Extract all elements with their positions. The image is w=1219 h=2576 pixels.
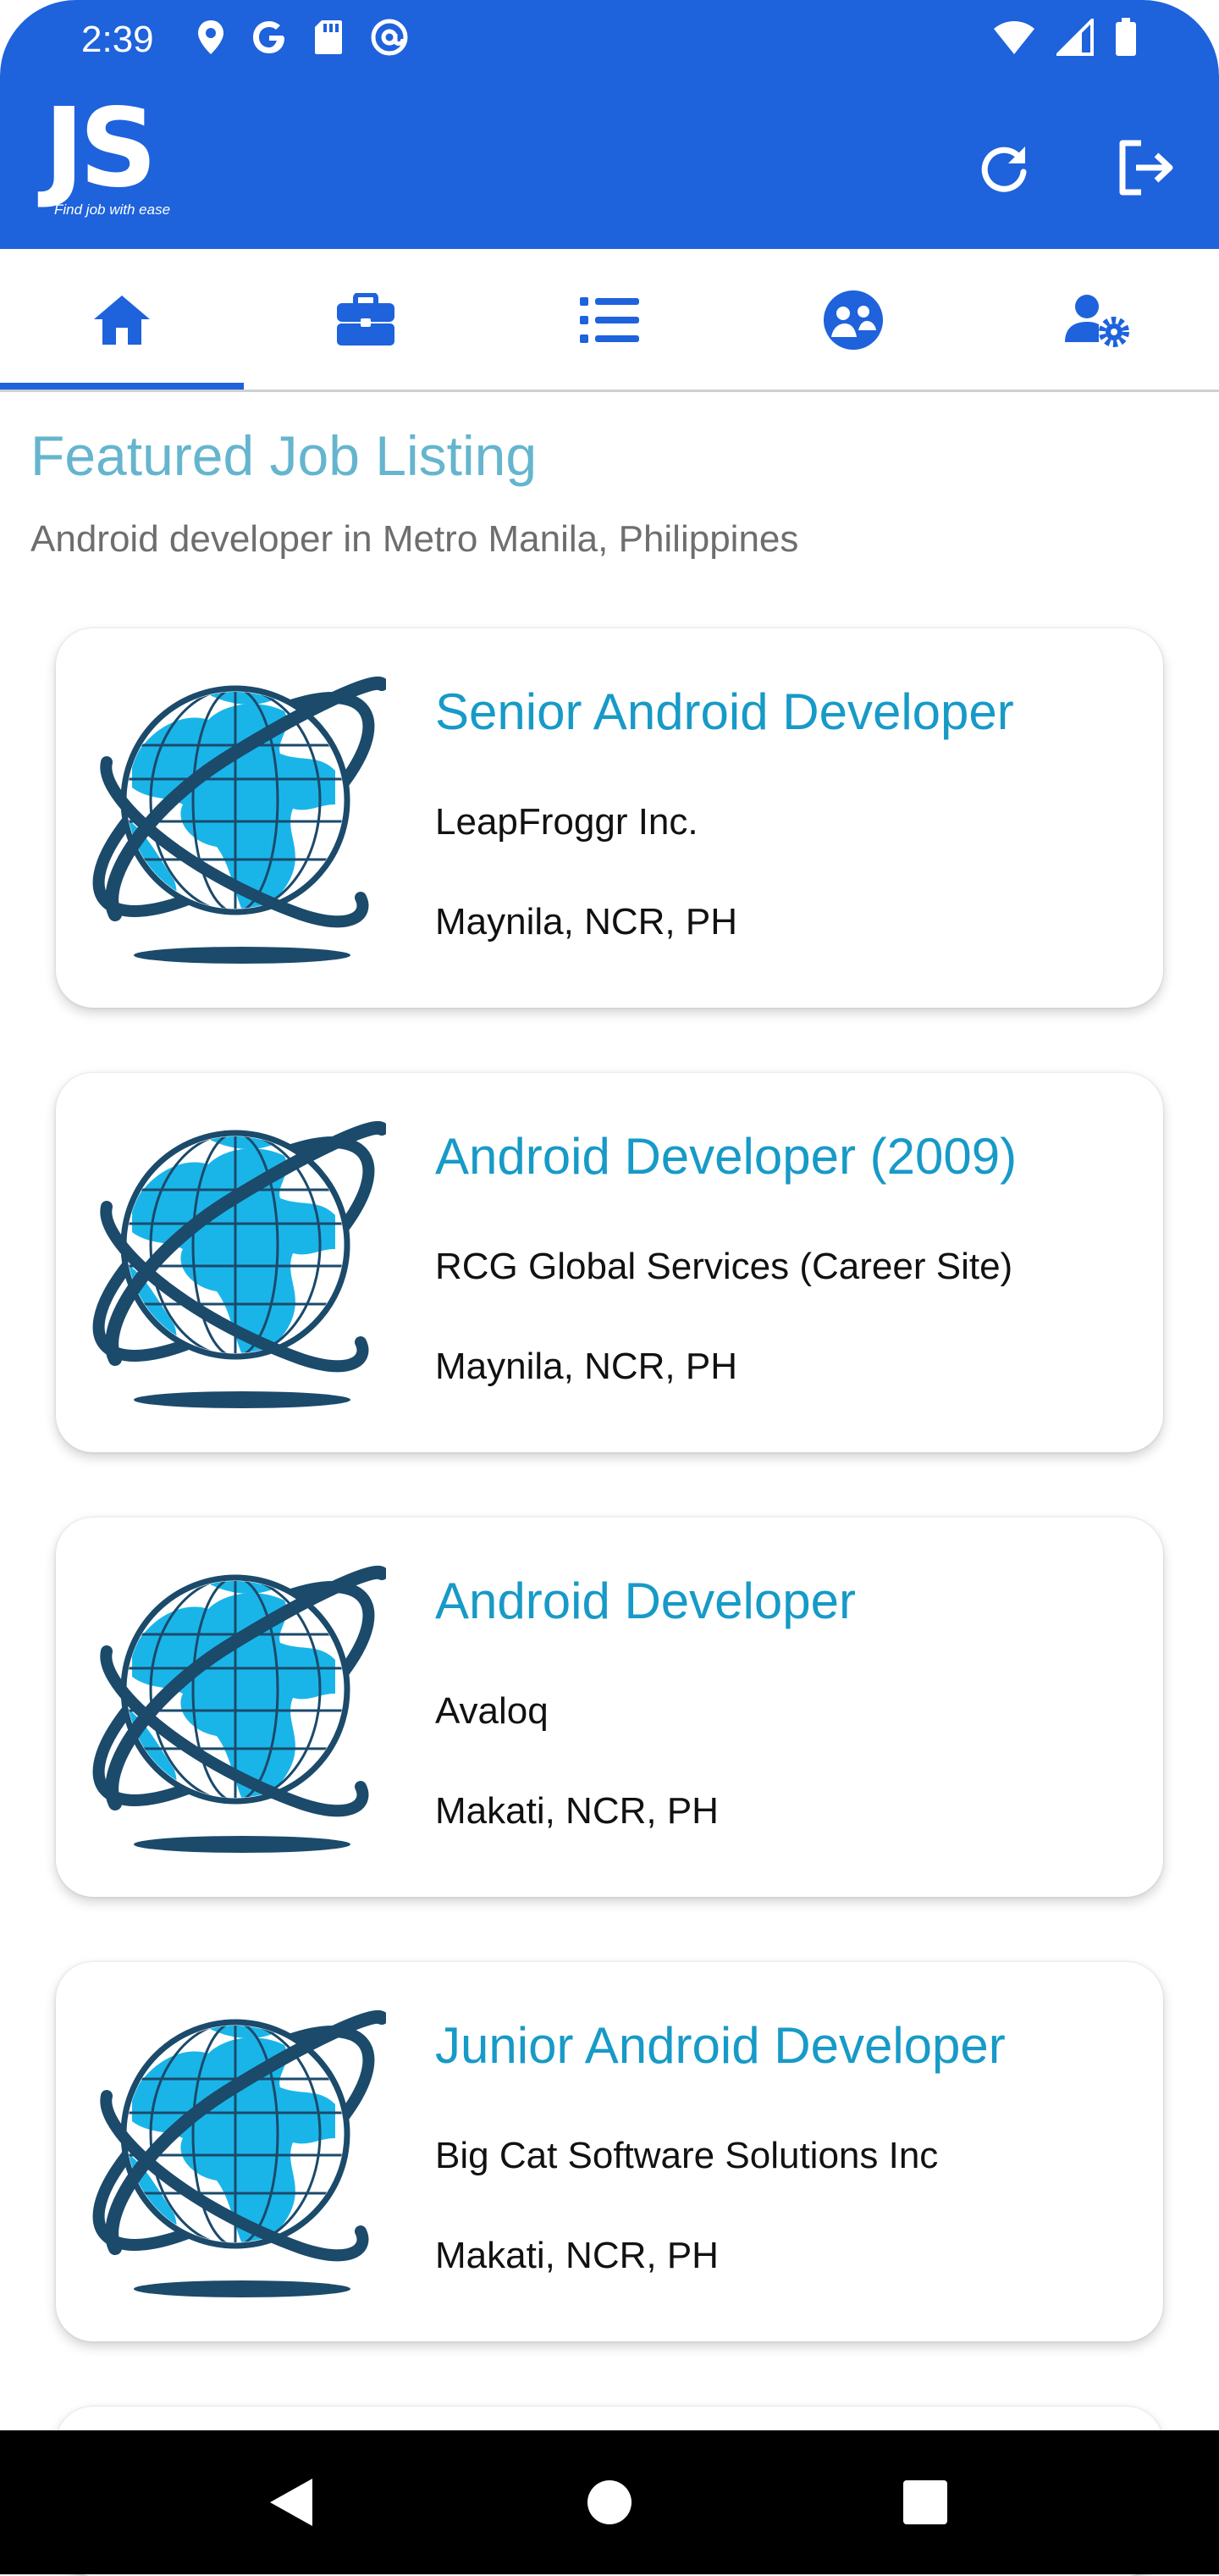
- user-settings-icon: [1065, 295, 1129, 347]
- sd-card-icon: [313, 19, 344, 60]
- logo-tagline: Find job with ease: [54, 202, 171, 218]
- app-logo: JS Find job with ease: [44, 95, 170, 218]
- tab-divider: [0, 390, 1219, 392]
- job-title: Android Developer (2009): [435, 1128, 1018, 1185]
- wifi-icon: [992, 19, 1036, 60]
- briefcase-icon: [337, 293, 394, 345]
- job-location: Makati, NCR, PH: [435, 2235, 719, 2276]
- job-title: Junior Android Developer: [435, 2017, 1006, 2074]
- nav-back-button[interactable]: [252, 2464, 328, 2540]
- page-title: Featured Job Listing: [30, 424, 538, 487]
- job-location: Maynila, NCR, PH: [435, 901, 737, 943]
- job-location: Makati, NCR, PH: [435, 1790, 719, 1832]
- back-icon: [270, 2479, 312, 2526]
- battery-icon: [1114, 17, 1138, 62]
- logout-icon: [1119, 140, 1173, 196]
- job-company: Avaloq: [435, 1690, 549, 1732]
- status-icons-left: [196, 17, 410, 62]
- home-circle-icon: [587, 2480, 632, 2524]
- job-company: Big Cat Software Solutions Inc: [435, 2135, 939, 2176]
- page-subtitle: Android developer in Metro Manila, Phili…: [30, 518, 799, 560]
- recents-icon: [903, 2480, 947, 2524]
- tab-list[interactable]: [488, 249, 731, 391]
- job-title: Senior Android Developer: [435, 683, 1014, 740]
- tab-jobs[interactable]: [244, 249, 488, 391]
- job-card[interactable]: Android Developer Avaloq Makati, NCR, PH: [56, 1517, 1163, 1897]
- system-nav-bar: [0, 2430, 1219, 2574]
- logo-letters: JS: [44, 86, 157, 212]
- job-card[interactable]: Junior Android Developer Big Cat Softwar…: [56, 1962, 1163, 2341]
- app-bar: 2:39 JS Find job with ease: [0, 0, 1219, 249]
- status-icons-right: [992, 16, 1138, 62]
- logout-button[interactable]: [1116, 137, 1177, 198]
- nav-home-button[interactable]: [571, 2464, 648, 2540]
- refresh-icon: [981, 146, 1027, 192]
- status-time: 2:39: [81, 19, 154, 60]
- job-company: RCG Global Services (Career Site): [435, 1246, 1013, 1287]
- google-icon: [251, 19, 288, 60]
- job-title: Android Developer: [435, 1573, 856, 1629]
- refresh-button[interactable]: [974, 137, 1034, 198]
- company-logo-globe: [81, 1550, 386, 1863]
- list-icon: [580, 297, 639, 343]
- home-icon: [94, 296, 150, 345]
- company-logo-globe: [81, 661, 386, 974]
- job-location: Maynila, NCR, PH: [435, 1346, 737, 1387]
- tab-selected-indicator: [0, 383, 244, 390]
- at-sign-icon: [369, 17, 410, 62]
- company-logo-globe: [81, 1994, 386, 2308]
- location-icon: [196, 19, 225, 60]
- community-icon: [824, 290, 883, 350]
- job-company: LeapFroggr Inc.: [435, 801, 698, 843]
- job-card[interactable]: Android Developer (2009) RCG Global Serv…: [56, 1073, 1163, 1452]
- job-card[interactable]: Senior Android Developer LeapFroggr Inc.…: [56, 628, 1163, 1008]
- tab-bar: [0, 249, 1219, 392]
- nav-recents-button[interactable]: [887, 2464, 963, 2540]
- company-logo-globe: [81, 1105, 386, 1418]
- tab-community[interactable]: [731, 249, 975, 391]
- signal-icon: [1054, 16, 1094, 60]
- tab-home[interactable]: [0, 249, 244, 391]
- tab-account-settings[interactable]: [975, 249, 1219, 391]
